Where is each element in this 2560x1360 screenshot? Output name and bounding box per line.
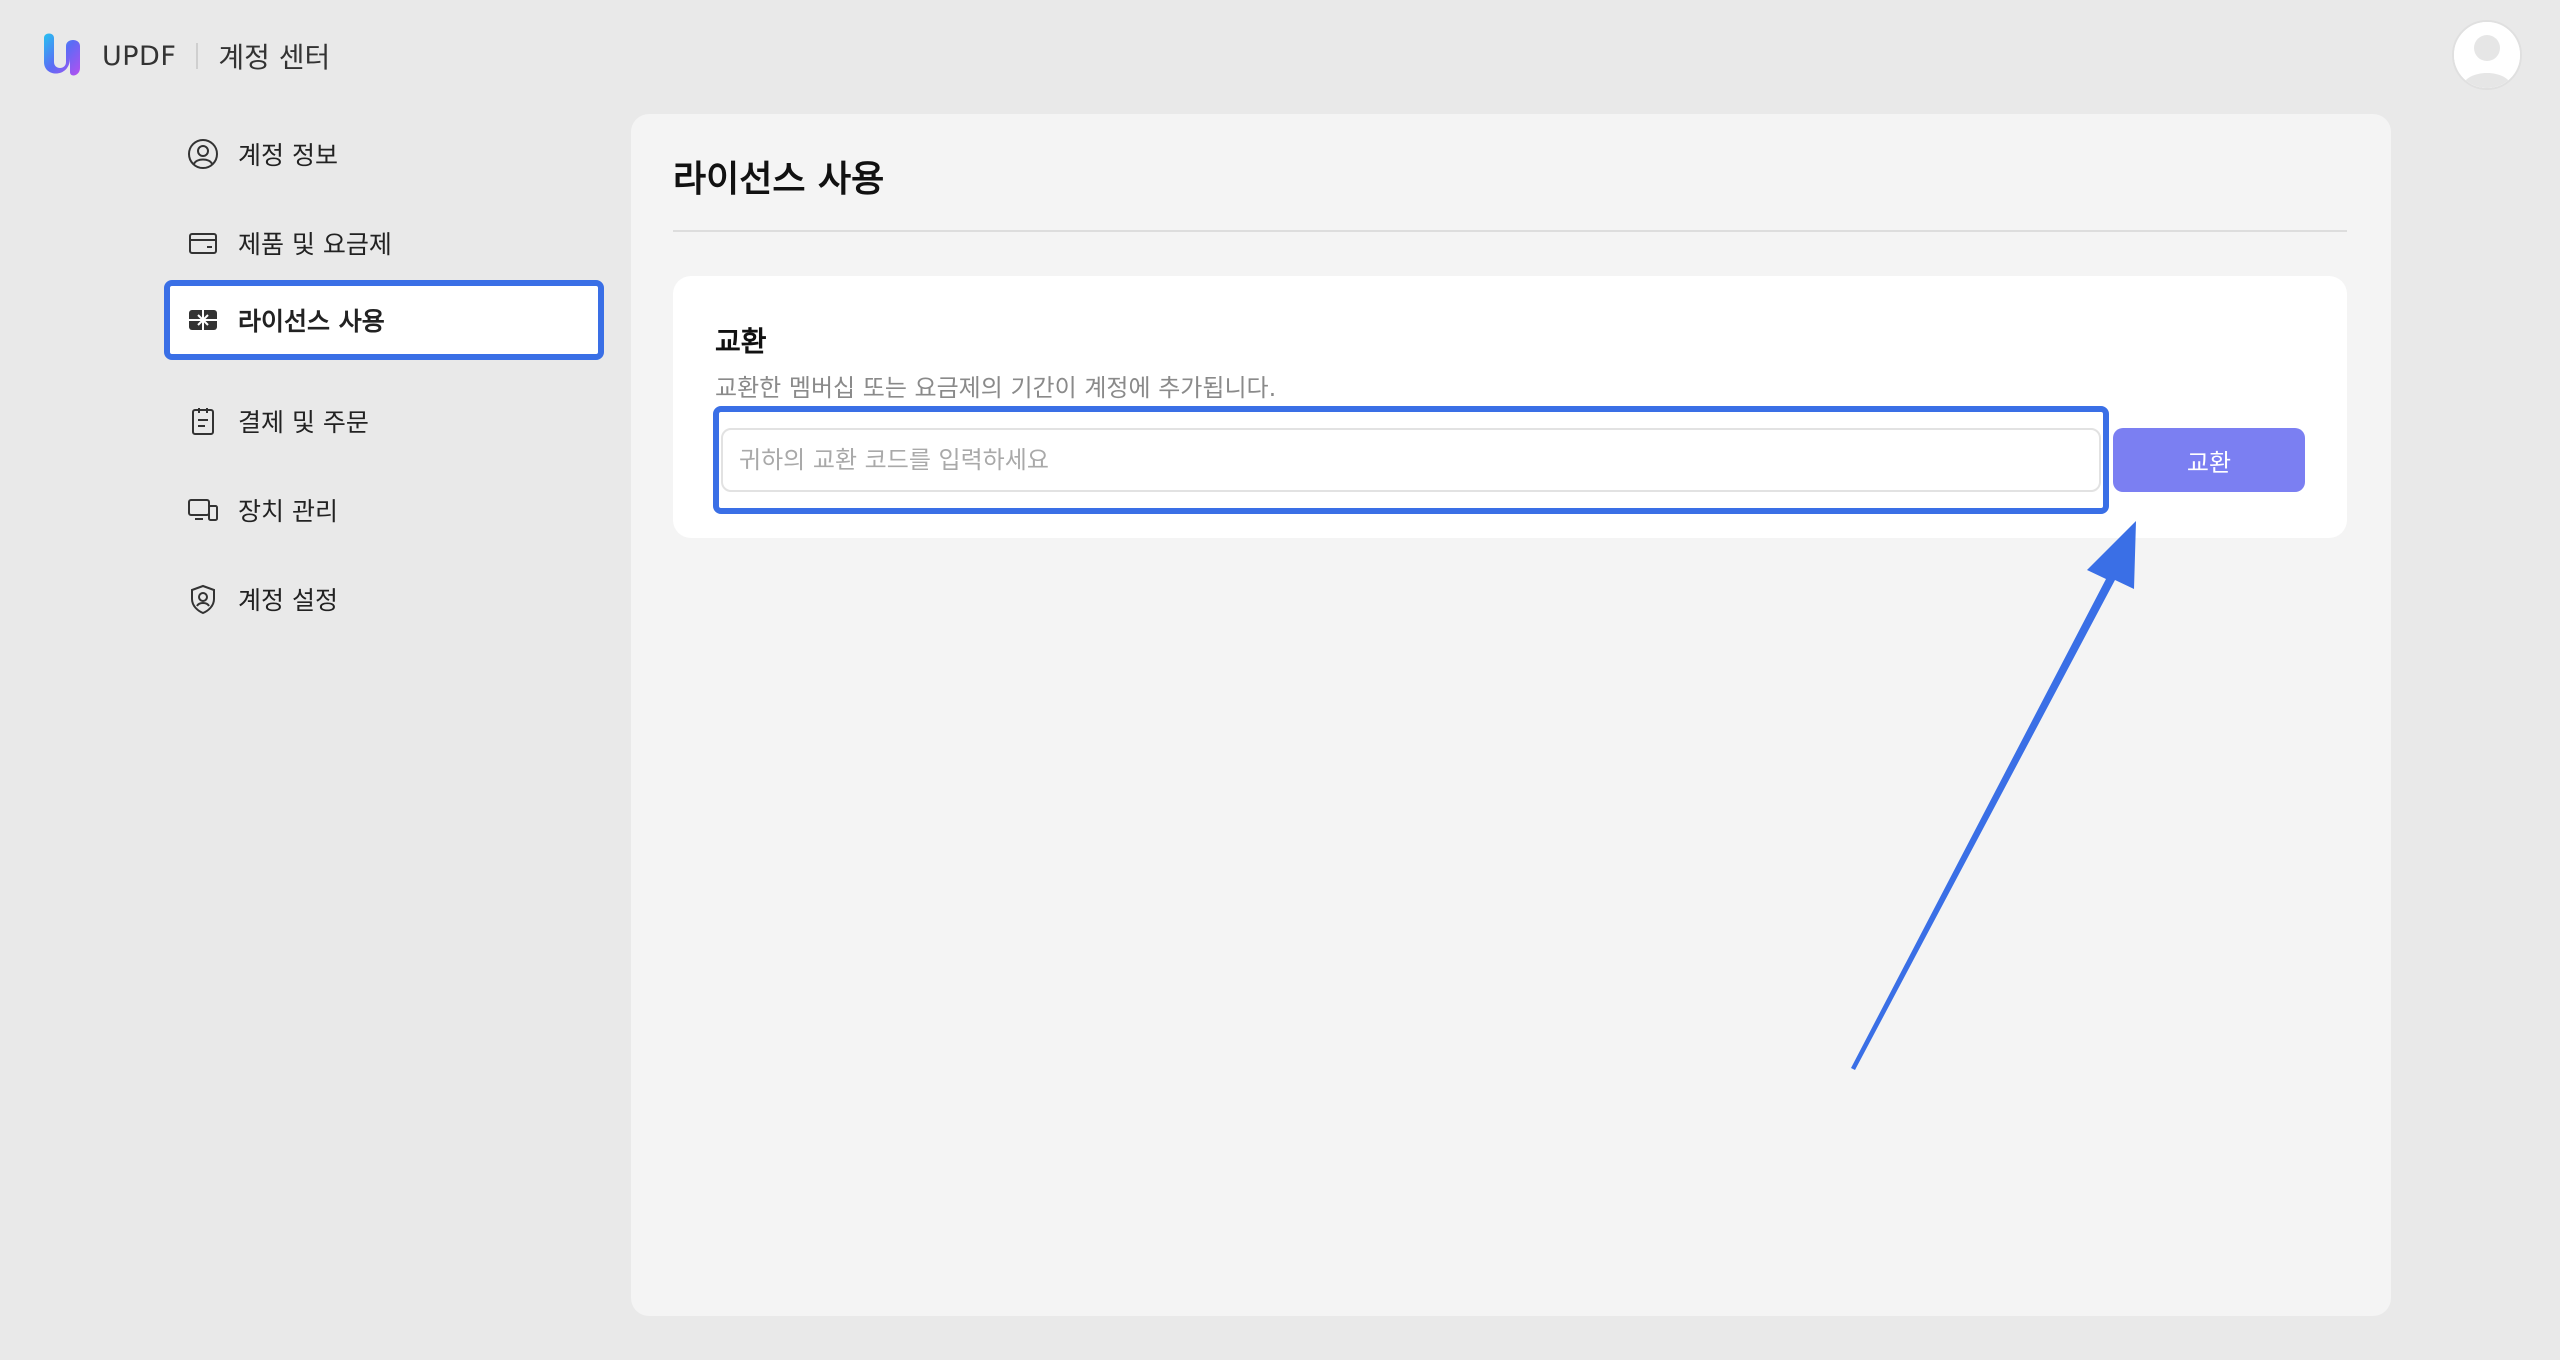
- shield-user-icon: [186, 582, 220, 616]
- redeem-card-description: 교환한 멤버십 또는 요금제의 기간이 계정에 추가됩니다.: [715, 374, 1277, 402]
- sidebar-item-billing-orders[interactable]: 결제 및 주문: [164, 381, 604, 461]
- credit-card-icon: [186, 226, 220, 260]
- redeem-button[interactable]: 교환: [2113, 428, 2305, 492]
- sidebar-item-label: 장치 관리: [238, 497, 338, 526]
- sidebar-item-account-settings[interactable]: 계정 설정: [164, 559, 604, 639]
- redeem-card: 교환 교환한 멤버십 또는 요금제의 기간이 계정에 추가됩니다. 교환: [673, 276, 2347, 538]
- header-logo[interactable]: UPDF 계정 센터: [36, 28, 330, 84]
- user-avatar-button[interactable]: [2452, 20, 2522, 90]
- sidebar-item-license-use[interactable]: 라이선스 사용: [164, 280, 604, 360]
- section-title: 계정 센터: [218, 41, 331, 74]
- sidebar-item-label: 계정 설정: [238, 586, 338, 615]
- updf-logo-icon: [44, 33, 80, 76]
- gift-card-icon: [186, 303, 220, 337]
- header-separator: [196, 43, 199, 69]
- user-avatar-icon: [2454, 22, 2520, 88]
- title-divider: [673, 230, 2347, 232]
- brand-name: UPDF: [102, 40, 177, 72]
- page-title: 라이선스 사용: [673, 159, 885, 200]
- redeem-card-title: 교환: [715, 325, 767, 358]
- sidebar-item-products-plans[interactable]: 제품 및 요금제: [164, 203, 604, 283]
- sidebar-item-account-info[interactable]: 계정 정보: [164, 114, 604, 194]
- sidebar-item-label: 라이선스 사용: [238, 307, 385, 336]
- clipboard-icon: [186, 404, 220, 438]
- user-circle-icon: [186, 137, 220, 171]
- sidebar-item-label: 제품 및 요금제: [238, 230, 392, 259]
- redeem-code-input[interactable]: [721, 428, 2101, 492]
- sidebar-item-label: 결제 및 주문: [238, 408, 369, 437]
- sidebar-item-device-management[interactable]: 장치 관리: [164, 470, 604, 550]
- sidebar-item-label: 계정 정보: [238, 141, 338, 170]
- main-panel: 라이선스 사용 교환 교환한 멤버십 또는 요금제의 기간이 계정에 추가됩니다…: [631, 114, 2391, 1316]
- devices-icon: [186, 493, 220, 527]
